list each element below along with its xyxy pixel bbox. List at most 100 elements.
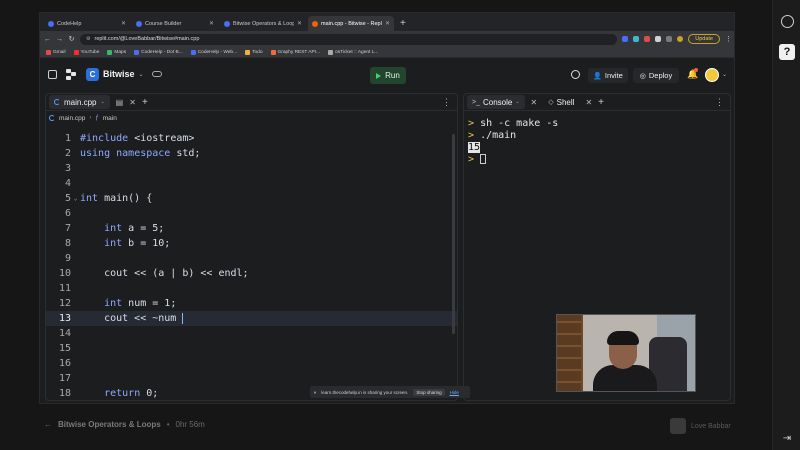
share-indicator-icon: ⏸ [314,389,317,395]
code-line[interactable]: 2 using namespace std; [46,146,457,161]
split-icon[interactable]: ▤ [116,98,124,107]
avatar[interactable] [705,68,719,82]
osticket-icon [328,49,334,55]
tab-close-icon[interactable]: ✕ [385,20,390,27]
tab-close-icon[interactable]: ✕ [121,20,126,27]
gmail-icon [46,49,51,55]
close-icon[interactable]: ✕ [585,98,592,107]
close-icon[interactable]: ✕ [531,98,538,107]
sidebar-toggle-icon[interactable] [48,69,57,79]
browser-menu-icon[interactable]: ⋮ [725,35,732,43]
replit-header: C Bitwise ⌄ Run 👤 Invite ◎ Deploy 🔔 ⌄ [40,58,734,90]
add-tab-button[interactable]: + [142,97,148,108]
url-text: replit.com/@LoveBabbar/Bitwise#main.cpp [94,36,200,42]
console-line: > ./main [468,130,517,141]
terminal-icon: >_ [472,98,480,106]
close-icon[interactable]: ✕ [129,98,136,107]
add-tab-button[interactable]: + [598,97,604,108]
code-line[interactable]: 12 int num = 1; [46,296,457,311]
code-line[interactable]: 1 #include <iostream> [46,131,457,146]
code-line[interactable]: 17 [46,371,457,386]
browser-tab[interactable]: CodeHelp ✕ [44,16,130,31]
run-button[interactable]: Run [370,67,406,84]
todo-icon [245,49,251,55]
author-name: Love Babbar [691,422,731,430]
code-line[interactable]: 7 int a = 5; [46,221,457,236]
editor-tabs: main.cpp ⌄ ▤ ✕ + [46,94,457,111]
tab-main-cpp[interactable]: main.cpp ⌄ [49,95,110,109]
code-line[interactable]: 4 [46,176,457,191]
youtube-icon [73,49,79,55]
tab-favicon-icon [48,20,54,27]
tab-console[interactable]: >_ Console ⌄ [467,95,525,109]
hide-button[interactable]: Hide [450,390,459,395]
new-tab-button[interactable]: + [396,16,410,31]
code-line[interactable]: 3 [46,161,457,176]
search-icon[interactable] [571,70,580,79]
tab-shell[interactable]: ◇ Shell [543,95,579,109]
breadcrumb: main.cpp › ƒ main [46,111,457,125]
code-line[interactable]: 15 [46,341,457,356]
reload-icon[interactable]: ↻ [68,35,75,43]
extension-icon[interactable] [622,36,629,42]
extension-icon[interactable] [666,36,673,42]
shell-icon: ◇ [548,99,554,106]
tab-close-icon[interactable]: ✕ [209,20,214,27]
editor-scrollbar[interactable] [452,134,455,334]
code-line[interactable]: 9 [46,251,457,266]
extension-icon[interactable] [644,36,651,42]
code-area[interactable]: 1 #include <iostream> 2 using namespace st… [46,131,457,400]
project-name[interactable]: Bitwise [103,69,135,79]
code-line[interactable]: 6 [46,206,457,221]
chevron-down-icon[interactable]: ⌄ [515,99,519,105]
chevron-down-icon[interactable]: ⌄ [139,71,144,78]
bookmark-item[interactable]: Maps [107,49,126,55]
codehelp-icon [190,49,196,55]
back-icon[interactable]: ← [44,36,51,43]
browser-tab[interactable]: Course Builder ✕ [132,16,218,31]
terminal-cursor [480,154,487,164]
tab-favicon-icon [224,20,230,27]
tab-close-icon[interactable]: ✕ [297,20,302,27]
invite-button[interactable]: 👤 Invite [588,68,628,83]
code-line[interactable]: 16 [46,356,457,371]
bookmark-item[interactable]: Todo [245,49,263,55]
extension-icon[interactable] [655,36,662,42]
url-field[interactable]: ⚙ replit.com/@LoveBabbar/Bitwise#main.cp… [80,33,618,45]
chat-icon[interactable] [781,15,794,28]
bookmark-item[interactable]: osTicket :: Agent L... [328,49,378,55]
bookmark-item[interactable]: CodeHelp - Web... [190,49,237,55]
bookmark-item[interactable]: Graphy REST API... [270,49,320,55]
lesson-bar: ← Bitwise Operators & Loops • 0hr 56m [44,420,205,429]
browser-tab-active[interactable]: main.cpp - Bitwise - Replit ✕ [308,16,394,31]
deploy-button[interactable]: ◎ Deploy [633,68,679,83]
fold-chevron-icon[interactable]: ⌄ [71,195,80,202]
code-line[interactable]: 5 ⌄ int main() { [46,191,457,206]
code-line[interactable]: 8 int b = 10; [46,236,457,251]
chevron-down-icon[interactable]: ⌄ [722,71,727,78]
code-line-current[interactable]: 13 cout << ~num [46,311,457,326]
replit-logo-icon[interactable] [66,68,78,80]
console-output[interactable]: > sh -c make -s > ./main 15 > [468,118,558,166]
profile-icon[interactable] [677,36,684,42]
bookmark-item[interactable]: CodeHelp - Dot B... [134,49,183,55]
browser-tab[interactable]: Bitwise Operators & Loops ✕ [220,16,306,31]
bookmark-item[interactable]: Gmail [46,49,66,55]
back-arrow-icon[interactable]: ← [44,420,52,429]
code-line[interactable]: 14 [46,326,457,341]
editor-menu-icon[interactable]: ⋮ [442,97,451,108]
stop-sharing-button[interactable]: Stop sharing [413,388,445,396]
bookmark-item[interactable]: YouTube [73,49,99,55]
site-info-icon[interactable]: ⚙ [86,36,90,42]
webcam-overlay [556,314,696,392]
deploy-icon: ◎ [639,72,646,80]
console-menu-icon[interactable]: ⋮ [715,97,724,108]
update-button[interactable]: Update [688,34,720,44]
help-icon[interactable]: ? [779,44,795,60]
code-line[interactable]: 10 cout << (a | b) << endl; [46,266,457,281]
extension-icon[interactable] [633,36,640,42]
exit-icon[interactable]: ⇥ [779,430,795,446]
code-line[interactable]: 11 [46,281,457,296]
chevron-down-icon[interactable]: ⌄ [100,99,104,105]
forward-icon[interactable]: → [56,36,63,43]
